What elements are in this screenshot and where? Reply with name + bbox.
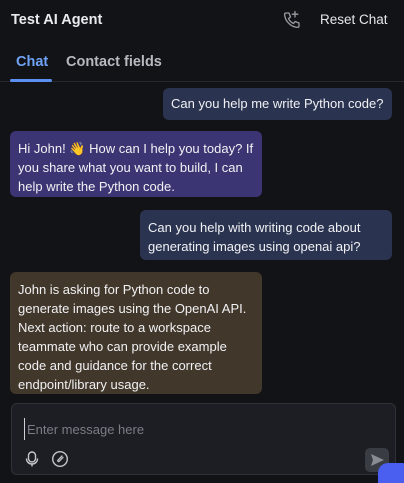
- reset-chat-button[interactable]: Reset Chat: [316, 12, 392, 27]
- chat-thread: Can you help me write Python code? Hi Jo…: [0, 82, 404, 400]
- microphone-icon[interactable]: [23, 450, 41, 468]
- tab-contact-fields[interactable]: Contact fields: [66, 54, 162, 70]
- agent-note-message: John is asking for Python code to genera…: [10, 272, 262, 394]
- attachment-icon[interactable]: [51, 450, 69, 468]
- user-message: Can you help with writing code about gen…: [140, 210, 392, 260]
- message-input[interactable]: [24, 418, 369, 440]
- agent-message: Hi John! 👋 How can I help you today? If …: [10, 131, 262, 197]
- tab-bar: Chat Contact fields: [0, 44, 404, 82]
- page-title: Test AI Agent: [11, 12, 103, 28]
- tab-chat[interactable]: Chat: [16, 54, 48, 70]
- chat-launcher-button[interactable]: [378, 463, 404, 483]
- chat-app: Test AI Agent Reset Chat Chat Contact fi…: [0, 0, 404, 483]
- user-message: Can you help me write Python code?: [163, 88, 392, 120]
- header: Test AI Agent Reset Chat: [0, 0, 404, 40]
- phone-call-icon[interactable]: [281, 9, 303, 31]
- message-composer: [11, 403, 396, 475]
